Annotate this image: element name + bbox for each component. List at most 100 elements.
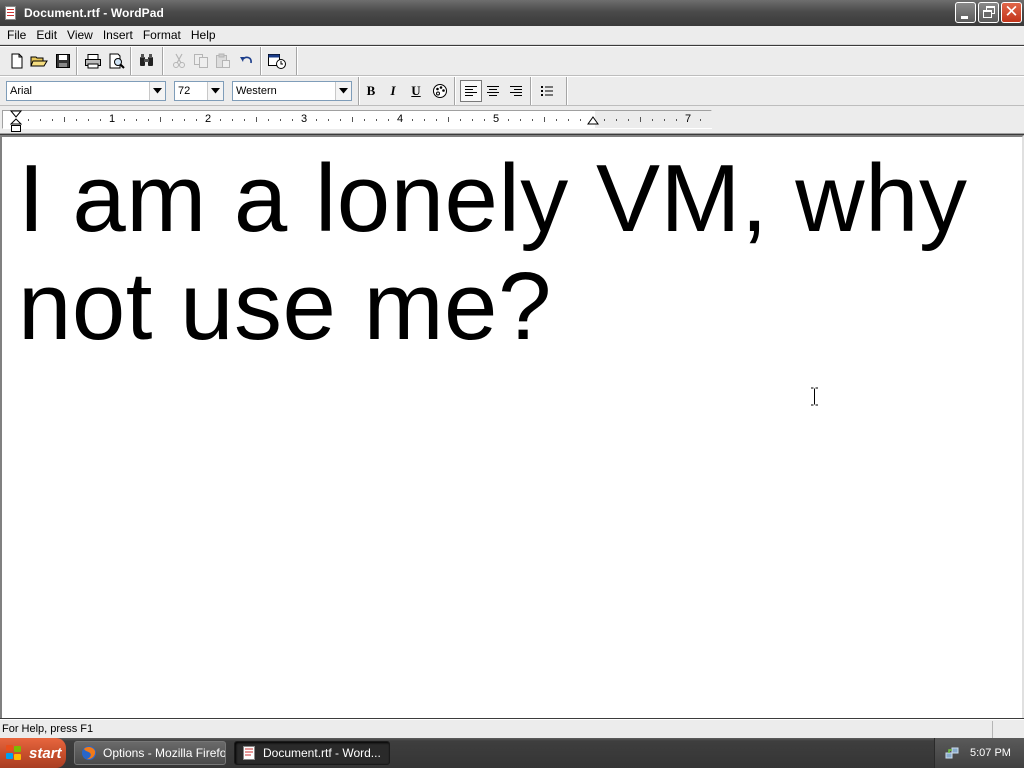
wordpad-icon: [243, 746, 255, 760]
ruler-number: 1: [108, 113, 116, 125]
ruler-tick: [232, 119, 233, 121]
color-button[interactable]: [429, 80, 451, 102]
align-right-icon: [510, 86, 522, 96]
ruler-tick: [136, 119, 137, 121]
ruler-tick: [280, 119, 281, 121]
taskbar-item-label: Document.rtf - Word...: [263, 746, 381, 760]
menu-edit[interactable]: Edit: [31, 27, 62, 44]
minimize-button[interactable]: [955, 2, 976, 23]
ruler-tick: [460, 119, 461, 121]
ruler-tick: [532, 119, 533, 121]
font-size-combo[interactable]: 72: [174, 81, 224, 101]
ruler-tick: [520, 119, 521, 121]
restore-button[interactable]: [978, 2, 999, 23]
menu-help[interactable]: Help: [186, 27, 221, 44]
close-button[interactable]: ✕: [1001, 2, 1022, 23]
italic-button[interactable]: I: [382, 80, 404, 102]
ruler-tick: [484, 119, 485, 121]
print-preview-button[interactable]: [106, 50, 128, 72]
find-icon: [140, 54, 153, 66]
indent-marker-icon[interactable]: [10, 110, 22, 133]
align-left-button[interactable]: [460, 80, 482, 102]
ruler-tick: [124, 119, 125, 121]
ruler-tick: [424, 119, 425, 121]
copy-button[interactable]: [190, 50, 212, 72]
ruler-tick: [268, 119, 269, 121]
find-button[interactable]: [136, 50, 158, 72]
ruler-tick: [472, 119, 473, 121]
color-palette-icon: [433, 84, 447, 98]
new-document-icon: [11, 53, 23, 69]
paste-button[interactable]: [212, 50, 234, 72]
document-text[interactable]: I am a lonely VM, why not use me?: [18, 145, 1008, 361]
ruler-tick: [52, 119, 53, 121]
font-script-combo[interactable]: Western: [232, 81, 352, 101]
status-text: For Help, press F1: [2, 722, 94, 735]
start-label: start: [29, 744, 62, 762]
ruler-number: 5: [492, 113, 500, 125]
ruler-tick: [412, 119, 413, 121]
menu-view[interactable]: View: [62, 27, 98, 44]
paste-icon: [216, 53, 230, 68]
taskbar-item-firefox[interactable]: Options - Mozilla Firefox: [74, 741, 226, 765]
ruler-tick: [172, 119, 173, 121]
ruler[interactable]: 1 2 3 4 5 7: [2, 110, 713, 129]
print-button[interactable]: [82, 50, 104, 72]
ruler-tick: [388, 119, 389, 121]
ruler-tick: [664, 119, 665, 121]
ruler-tick: [100, 119, 101, 121]
start-button[interactable]: start: [0, 738, 66, 768]
underline-button[interactable]: U: [405, 80, 427, 102]
close-icon: ✕: [1004, 2, 1019, 22]
taskbar-item-wordpad[interactable]: Document.rtf - Word...: [234, 741, 390, 765]
clock[interactable]: 5:07 PM: [970, 747, 1011, 759]
taskbar-item-label: Options - Mozilla Firefox: [103, 746, 226, 760]
align-left-icon: [465, 86, 477, 96]
align-center-button[interactable]: [482, 80, 504, 102]
chevron-down-icon[interactable]: [207, 82, 223, 100]
bold-button[interactable]: B: [360, 80, 382, 102]
ruler-tick: [196, 119, 197, 121]
ruler-tick: [580, 119, 581, 121]
cut-button[interactable]: [168, 50, 190, 72]
font-name-value: Arial: [10, 85, 33, 97]
resize-grip[interactable]: [992, 720, 1024, 738]
chevron-down-icon[interactable]: [335, 82, 351, 100]
insert-datetime-icon: [268, 54, 286, 69]
chevron-down-icon[interactable]: [149, 82, 165, 100]
new-button[interactable]: [6, 50, 28, 72]
copy-icon: [194, 54, 208, 68]
wordpad-app-icon[interactable]: [3, 5, 19, 21]
ruler-tick: [160, 117, 161, 122]
underline-icon: U: [411, 83, 421, 98]
undo-icon: [240, 56, 252, 64]
ruler-tick: [640, 117, 641, 122]
save-button[interactable]: [52, 50, 74, 72]
windows-logo-icon: [6, 745, 24, 761]
right-indent-marker-icon[interactable]: [587, 116, 599, 126]
open-button[interactable]: [28, 50, 50, 72]
document-area[interactable]: I am a lonely VM, why not use me?: [0, 135, 1024, 718]
status-bar: For Help, press F1: [0, 719, 1024, 738]
network-icon[interactable]: [945, 746, 959, 760]
align-right-button[interactable]: [505, 80, 527, 102]
insert-datetime-button[interactable]: [266, 50, 288, 72]
ruler-tick: [364, 119, 365, 121]
ruler-area: 1 2 3 4 5 7: [0, 106, 1024, 134]
ruler-tick: [700, 119, 701, 121]
bullets-button[interactable]: [536, 80, 558, 102]
system-tray: 5:07 PM: [934, 738, 1024, 768]
bold-icon: B: [366, 83, 376, 98]
menu-bar: File Edit View Insert Format Help: [0, 26, 1024, 45]
font-name-combo[interactable]: Arial: [6, 81, 166, 101]
font-script-value: Western: [236, 85, 277, 97]
menu-file[interactable]: File: [2, 27, 31, 44]
save-icon: [56, 54, 70, 68]
ruler-tick: [616, 119, 617, 121]
ruler-tick: [184, 119, 185, 121]
ruler-tick: [28, 119, 29, 121]
menu-format[interactable]: Format: [138, 27, 186, 44]
title-bar[interactable]: Document.rtf - WordPad ✕: [0, 0, 1024, 26]
menu-insert[interactable]: Insert: [98, 27, 138, 44]
undo-button[interactable]: [236, 50, 258, 72]
